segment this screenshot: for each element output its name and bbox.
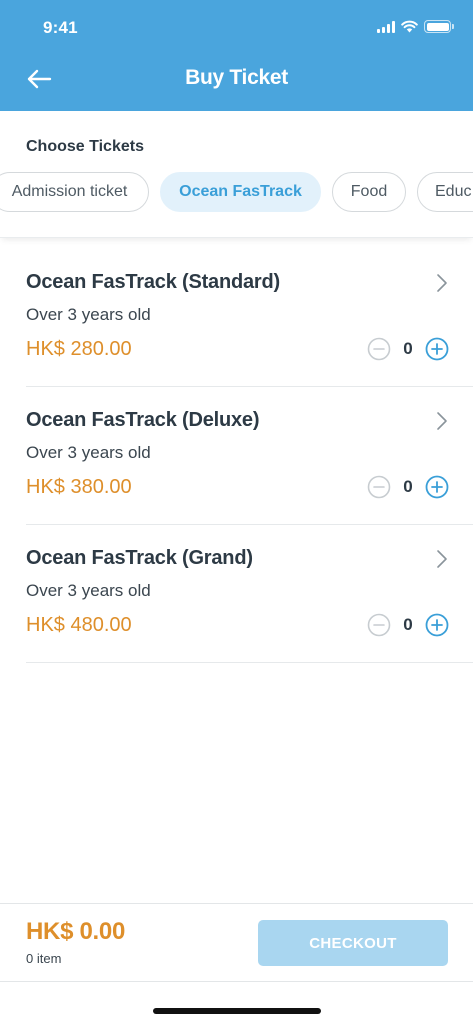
ticket-list: Ocean FasTrack (Standard) Over 3 years o… — [26, 249, 473, 663]
quantity-value: 0 — [403, 477, 413, 496]
plus-circle-icon[interactable] — [425, 475, 449, 499]
app-header: 9:41 Buy Ticket — [0, 0, 473, 111]
signal-icon — [377, 20, 395, 33]
ticket-subtitle: Over 3 years old — [26, 443, 151, 462]
plus-circle-icon[interactable] — [425, 613, 449, 637]
status-time: 9:41 — [43, 18, 78, 37]
ticket-subtitle: Over 3 years old — [26, 305, 151, 324]
home-indicator[interactable] — [153, 1008, 321, 1014]
chip-label: Admission ticket — [11, 183, 128, 200]
quantity-stepper: 0 — [367, 475, 449, 499]
category-chips[interactable]: Admission ticket Ocean FasTrack Food Edu… — [0, 172, 473, 212]
quantity-stepper: 0 — [367, 613, 449, 637]
ticket-item-grand[interactable]: Ocean FasTrack (Grand) Over 3 years old … — [26, 525, 473, 663]
chip-admission-ticket[interactable]: Admission ticket — [0, 172, 149, 212]
ticket-price: HK$ 480.00 — [26, 614, 132, 636]
item-count: 0 item — [26, 951, 62, 966]
battery-icon — [424, 20, 454, 33]
chip-ocean-fastrack[interactable]: Ocean FasTrack — [160, 172, 321, 212]
quantity-stepper: 0 — [367, 337, 449, 361]
ticket-name: Ocean FasTrack (Grand) — [26, 547, 253, 569]
choose-tickets-section: Choose Tickets Admission ticket Ocean Fa… — [0, 111, 473, 238]
ticket-item-deluxe[interactable]: Ocean FasTrack (Deluxe) Over 3 years old… — [26, 387, 473, 525]
minus-circle-icon[interactable] — [367, 337, 391, 361]
plus-circle-icon[interactable] — [425, 337, 449, 361]
minus-circle-icon[interactable] — [367, 613, 391, 637]
chevron-right-icon[interactable] — [431, 273, 451, 293]
status-icons — [377, 20, 454, 33]
quantity-value: 0 — [403, 339, 413, 358]
chevron-right-icon[interactable] — [431, 549, 451, 569]
ticket-name: Ocean FasTrack (Standard) — [26, 271, 280, 293]
chevron-right-icon[interactable] — [431, 411, 451, 431]
checkout-footer: HK$ 0.00 0 item CHECKOUT — [0, 903, 473, 1024]
ticket-name: Ocean FasTrack (Deluxe) — [26, 409, 260, 431]
choose-tickets-label: Choose Tickets — [26, 138, 144, 155]
page-title: Buy Ticket — [185, 66, 288, 89]
ticket-item-standard[interactable]: Ocean FasTrack (Standard) Over 3 years o… — [26, 249, 473, 387]
ticket-subtitle: Over 3 years old — [26, 581, 151, 600]
chip-food[interactable]: Food — [332, 172, 406, 212]
footer-divider — [0, 981, 473, 982]
ticket-price: HK$ 380.00 — [26, 476, 132, 498]
quantity-value: 0 — [403, 615, 413, 634]
chip-label: Ocean FasTrack — [179, 183, 302, 200]
ticket-price: HK$ 280.00 — [26, 338, 132, 360]
checkout-button[interactable]: CHECKOUT — [258, 920, 448, 966]
chip-education[interactable]: Educ — [417, 172, 473, 212]
minus-circle-icon[interactable] — [367, 475, 391, 499]
wifi-icon — [401, 20, 418, 33]
total-price: HK$ 0.00 — [26, 918, 125, 945]
chip-label: Educ — [435, 183, 472, 200]
chip-label: Food — [350, 183, 388, 200]
